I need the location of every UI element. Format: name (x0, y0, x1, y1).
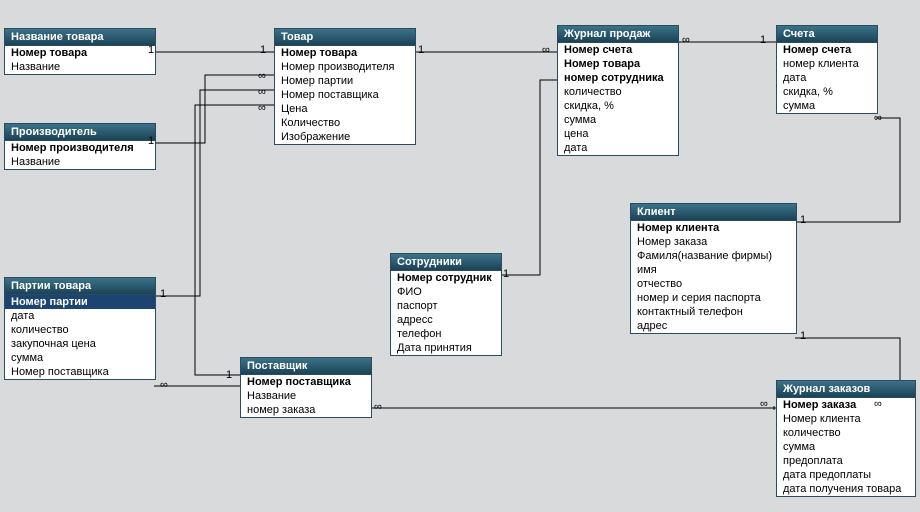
field[interactable]: Фамиля(название фирмы) (631, 249, 796, 263)
entity-title: Журнал заказов (777, 381, 915, 398)
entity-nazvanie-tovara[interactable]: Название товара Номер товара Название (4, 28, 156, 75)
field-pk[interactable]: Номер товара (275, 46, 415, 60)
field[interactable]: Название (5, 60, 155, 74)
field[interactable]: Изображение (275, 130, 415, 144)
field-pk[interactable]: Номер товара (5, 46, 155, 60)
entity-title: Производитель (5, 124, 155, 141)
entity-title: Счета (777, 26, 877, 43)
field-pk[interactable]: Номер товара (558, 57, 678, 71)
field[interactable]: дата (558, 141, 678, 155)
entity-sotrudniki[interactable]: Сотрудники Номер сотрудник ФИО паспорт а… (390, 253, 502, 356)
field[interactable]: Количество (275, 116, 415, 130)
field[interactable]: телефон (391, 327, 501, 341)
entity-title: Партии товара (5, 278, 155, 295)
field-pk[interactable]: Номер клиента (631, 221, 796, 235)
entity-title: Сотрудники (391, 254, 501, 271)
entity-zhurnal-zakazov[interactable]: Журнал заказов Номер заказа Номер клиент… (776, 380, 916, 497)
entity-title: Товар (275, 29, 415, 46)
field-pk-selected[interactable]: Номер партии (5, 295, 155, 309)
field[interactable]: Название (5, 155, 155, 169)
cardinality-label: ∞ (760, 398, 768, 410)
field[interactable]: сумма (5, 351, 155, 365)
field-pk[interactable]: номер сотрудника (558, 71, 678, 85)
field[interactable]: ФИО (391, 285, 501, 299)
entity-tovar[interactable]: Товар Номер товара Номер производителя Н… (274, 28, 416, 145)
entity-partii-tovara[interactable]: Партии товара Номер партии дата количест… (4, 277, 156, 380)
field[interactable]: Цена (275, 102, 415, 116)
entity-proizvoditel[interactable]: Производитель Номер производителя Назван… (4, 123, 156, 170)
field[interactable]: отчество (631, 277, 796, 291)
field[interactable]: Номер партии (275, 74, 415, 88)
cardinality-label: 1 (418, 44, 424, 56)
field[interactable]: Номер поставщика (275, 88, 415, 102)
entity-title: Журнал продаж (558, 26, 678, 43)
field[interactable]: паспорт (391, 299, 501, 313)
field[interactable]: количество (777, 426, 915, 440)
field[interactable]: номер заказа (241, 403, 371, 417)
field[interactable]: количество (558, 85, 678, 99)
field-pk[interactable]: Номер счета (777, 43, 877, 57)
field[interactable]: Номер поставщика (5, 365, 155, 379)
entity-title: Поставщик (241, 358, 371, 375)
cardinality-label: ∞ (258, 70, 266, 82)
field[interactable]: адрес (631, 319, 796, 333)
cardinality-label: 1 (260, 44, 266, 56)
field[interactable]: адресс (391, 313, 501, 327)
field[interactable]: цена (558, 127, 678, 141)
field-pk[interactable]: Номер счета (558, 43, 678, 57)
entity-title: Название товара (5, 29, 155, 46)
field[interactable]: сумма (558, 113, 678, 127)
field[interactable]: дата (777, 71, 877, 85)
field[interactable]: Номер заказа (631, 235, 796, 249)
field[interactable]: дата (5, 309, 155, 323)
entity-klient[interactable]: Клиент Номер клиента Номер заказа Фамиля… (630, 203, 797, 334)
field[interactable]: количество (5, 323, 155, 337)
field[interactable]: дата получения товара (777, 482, 915, 496)
field[interactable]: Название (241, 389, 371, 403)
field[interactable]: Номер клиента (777, 412, 915, 426)
field[interactable]: сумма (777, 440, 915, 454)
entity-postavshik[interactable]: Поставщик Номер поставщика Название номе… (240, 357, 372, 418)
cardinality-label: 1 (503, 268, 509, 280)
cardinality-label: 1 (160, 288, 166, 300)
cardinality-label: 1 (800, 214, 806, 226)
cardinality-label: 1 (226, 369, 232, 381)
field-pk[interactable]: Номер производителя (5, 141, 155, 155)
cardinality-label: ∞ (258, 86, 266, 98)
field-pk[interactable]: Номер сотрудник (391, 271, 501, 285)
field-pk[interactable]: Номер заказа (777, 398, 915, 412)
field[interactable]: Номер производителя (275, 60, 415, 74)
field[interactable]: дата предоплаты (777, 468, 915, 482)
field[interactable]: закупочная цена (5, 337, 155, 351)
field[interactable]: предоплата (777, 454, 915, 468)
entity-title: Клиент (631, 204, 796, 221)
cardinality-label: ∞ (160, 379, 168, 391)
field[interactable]: номер клиента (777, 57, 877, 71)
cardinality-label: ∞ (682, 34, 690, 46)
field[interactable]: имя (631, 263, 796, 277)
field[interactable]: номер и серия паспорта (631, 291, 796, 305)
field[interactable]: Дата принятия (391, 341, 501, 355)
field[interactable]: сумма (777, 99, 877, 113)
entity-zhurnal-prodazh[interactable]: Журнал продаж Номер счета Номер товара н… (557, 25, 679, 156)
cardinality-label: 1 (760, 34, 766, 46)
cardinality-label: ∞ (374, 401, 382, 413)
entity-scheta[interactable]: Счета Номер счета номер клиента дата ски… (776, 25, 878, 114)
field[interactable]: скидка, % (777, 85, 877, 99)
cardinality-label: 1 (800, 330, 806, 342)
field[interactable]: контактный телефон (631, 305, 796, 319)
field[interactable]: скидка, % (558, 99, 678, 113)
field-pk[interactable]: Номер поставщика (241, 375, 371, 389)
cardinality-label: ∞ (258, 102, 266, 114)
cardinality-label: ∞ (542, 44, 550, 56)
